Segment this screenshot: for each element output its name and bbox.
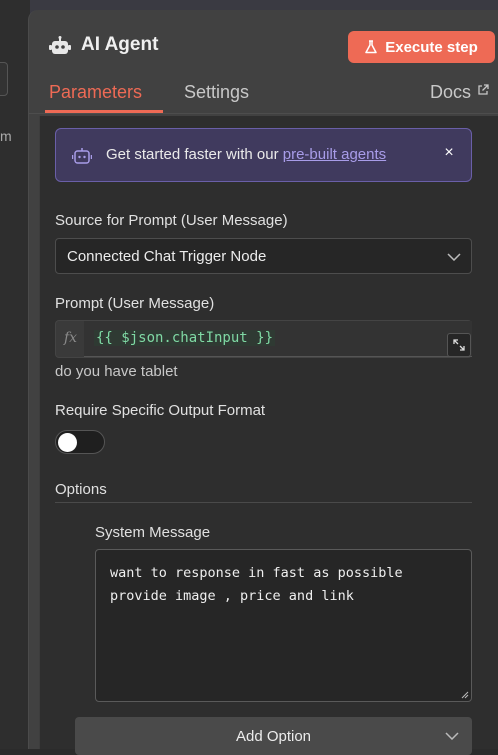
expand-icon [453, 339, 465, 351]
robot-icon [72, 148, 92, 164]
options-heading: Options [55, 481, 107, 498]
add-option-label: Add Option [235, 727, 312, 745]
expand-expression-button[interactable] [447, 333, 471, 357]
prompt-expression-field[interactable]: fx {{ $json.chatInput }} [55, 320, 472, 358]
expression-result-hint: do you have tablet [55, 363, 178, 380]
prompt-label: Prompt (User Message) [55, 295, 215, 312]
chevron-down-icon [447, 253, 461, 261]
chevron-down-icon [445, 732, 459, 740]
execute-step-button[interactable]: Execute step [348, 31, 495, 63]
output-format-label: Require Specific Output Format [55, 402, 266, 419]
expression-editor[interactable]: {{ $json.chatInput }} [84, 321, 472, 357]
execute-step-label: Execute step [385, 38, 478, 56]
background-input [0, 62, 8, 96]
fx-icon: fx [64, 330, 78, 346]
external-link-icon [478, 84, 489, 95]
system-message-text: want to response in fast as possible pro… [110, 565, 403, 604]
tab-parameters[interactable]: Parameters [49, 82, 142, 103]
flask-icon [365, 40, 377, 54]
source-prompt-value: Connected Chat Trigger Node [67, 248, 267, 265]
source-prompt-label: Source for Prompt (User Message) [55, 212, 288, 229]
output-format-toggle[interactable] [55, 430, 105, 454]
system-message-label: System Message [95, 524, 211, 541]
tab-settings[interactable]: Settings [184, 82, 249, 103]
node-panel: AI Agent Execute step Parameters Setting… [28, 10, 498, 755]
panel-header: AI Agent Execute step [29, 10, 498, 82]
prebuilt-agents-banner: Get started faster with our pre-built ag… [55, 128, 472, 182]
close-icon[interactable]: × [440, 144, 458, 164]
parameters-content: Get started faster with our pre-built ag… [39, 116, 498, 755]
source-prompt-select[interactable]: Connected Chat Trigger Node [55, 238, 472, 274]
tab-bar: Parameters Settings Docs [29, 78, 498, 114]
tab-divider [29, 113, 498, 114]
banner-text: Get started faster with our pre-built ag… [106, 146, 386, 163]
system-message-textarea[interactable]: want to response in fast as possible pro… [95, 549, 472, 702]
background-text: m [0, 128, 12, 144]
toggle-knob [58, 433, 77, 452]
prebuilt-agents-link[interactable]: pre-built agents [283, 146, 386, 163]
background-canvas [0, 0, 30, 749]
robot-icon [49, 36, 71, 54]
resize-handle-icon[interactable] [461, 691, 469, 699]
docs-label: Docs [430, 82, 472, 102]
options-divider [55, 502, 472, 503]
add-option-button[interactable]: Add Option [75, 717, 472, 755]
banner-message: Get started faster with our [106, 146, 283, 163]
node-title: AI Agent [81, 34, 159, 55]
docs-link[interactable]: Docs [430, 82, 489, 103]
expression-code: {{ $json.chatInput }} [94, 330, 276, 346]
